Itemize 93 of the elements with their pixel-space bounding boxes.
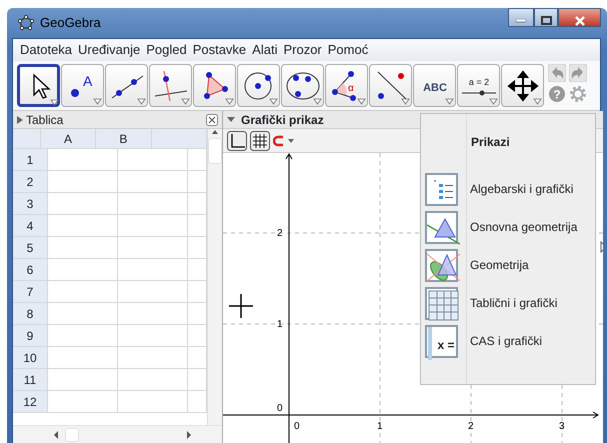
menu-item[interactable]: Uređivanje xyxy=(75,38,144,62)
tool-button[interactable] xyxy=(281,64,324,107)
table-cell[interactable] xyxy=(48,303,118,325)
panel-title: Tablica xyxy=(26,112,64,128)
table-cell[interactable] xyxy=(48,149,118,171)
menu-item[interactable]: Prozor xyxy=(280,38,325,62)
perspective-item[interactable]: Osnovna geometrija xyxy=(470,218,578,236)
column-header[interactable]: B xyxy=(96,129,152,149)
redo-icon[interactable] xyxy=(569,64,587,82)
column-header[interactable]: A xyxy=(40,129,96,149)
row-header[interactable]: 8 xyxy=(13,303,48,325)
tool-button[interactable] xyxy=(149,64,192,107)
row-header[interactable]: 5 xyxy=(13,237,48,259)
perspective-item[interactable]: Tablični i grafički xyxy=(470,294,558,312)
tick-label: 1 xyxy=(377,421,383,432)
magnet-icon[interactable] xyxy=(273,134,295,146)
panel-heading: Prikazi xyxy=(471,134,511,151)
menu-item[interactable]: Pogled xyxy=(143,38,190,62)
minimize-button[interactable] xyxy=(508,8,534,27)
row-header[interactable]: 1 xyxy=(13,149,48,171)
close-icon xyxy=(574,16,584,26)
tick-label: 2 xyxy=(277,228,283,239)
table-cell[interactable] xyxy=(118,215,188,237)
table-cell[interactable] xyxy=(118,259,188,281)
row-header[interactable]: 10 xyxy=(13,347,48,369)
tick-label: 3 xyxy=(559,421,565,432)
tool-button[interactable] xyxy=(501,64,544,107)
scrollbar-thumb[interactable] xyxy=(65,428,79,442)
row-header[interactable]: 2 xyxy=(13,171,48,193)
table-cell[interactable] xyxy=(48,171,118,193)
perspective-item[interactable]: Geometrija xyxy=(470,256,529,274)
table-cell[interactable] xyxy=(118,303,188,325)
menu-item[interactable]: Datoteka xyxy=(17,38,76,62)
scrollbar-thumb[interactable] xyxy=(208,138,222,164)
table-cell[interactable] xyxy=(48,347,118,369)
table-cell[interactable] xyxy=(118,347,188,369)
collapse-arrow-icon[interactable] xyxy=(17,116,23,124)
settings-icon[interactable] xyxy=(569,85,587,103)
scroll-left-icon[interactable] xyxy=(53,430,59,438)
table-cell[interactable] xyxy=(48,325,118,347)
row-header[interactable]: 12 xyxy=(13,391,48,413)
tool-button[interactable] xyxy=(17,64,60,107)
table-cell[interactable] xyxy=(118,237,188,259)
undo-icon[interactable] xyxy=(548,64,566,82)
table-cell[interactable] xyxy=(118,369,188,391)
app-logo-icon xyxy=(18,15,34,31)
row-header[interactable]: 4 xyxy=(13,215,48,237)
grid-toggle-icon[interactable] xyxy=(250,130,270,150)
table-cell[interactable] xyxy=(118,193,188,215)
maximize-icon xyxy=(541,16,552,26)
table-cell[interactable] xyxy=(48,215,118,237)
tick-label: 0 xyxy=(294,421,300,432)
crosshair-cursor-icon xyxy=(228,293,254,319)
close-icon[interactable] xyxy=(206,114,218,126)
table-cell[interactable] xyxy=(48,193,118,215)
row-header[interactable]: 6 xyxy=(13,259,48,281)
table-cell[interactable] xyxy=(118,325,188,347)
panel-title: Grafički prikaz xyxy=(241,112,324,128)
row-header[interactable]: 7 xyxy=(13,281,48,303)
perspective-item[interactable]: CAS i grafički xyxy=(470,332,542,350)
maximize-button[interactable] xyxy=(534,8,558,27)
tool-button[interactable] xyxy=(105,64,148,107)
tool-button[interactable] xyxy=(369,64,412,107)
table-cell[interactable] xyxy=(48,369,118,391)
table-cell[interactable] xyxy=(48,259,118,281)
table-cell[interactable] xyxy=(48,281,118,303)
perspective-formula-icon[interactable]: x = xyxy=(425,324,458,358)
perspective-algebra-list-icon[interactable] xyxy=(425,172,458,206)
table-cell[interactable] xyxy=(118,281,188,303)
close-button[interactable] xyxy=(558,8,601,27)
tool-button[interactable] xyxy=(237,64,280,107)
menu-item[interactable]: Pomoć xyxy=(324,38,372,62)
axes-toggle-icon[interactable] xyxy=(227,130,247,150)
row-header[interactable]: 3 xyxy=(13,193,48,215)
minimize-icon xyxy=(516,18,526,23)
menu-item[interactable]: Postavke xyxy=(190,38,250,62)
perspective-table-icon[interactable] xyxy=(425,286,458,320)
table-cell[interactable] xyxy=(118,171,188,193)
perspective-item[interactable]: Algebarski i grafički xyxy=(470,180,574,198)
table-cell[interactable] xyxy=(48,391,118,413)
row-header[interactable]: 11 xyxy=(13,369,48,391)
table-cell[interactable] xyxy=(118,149,188,171)
row-header[interactable]: 9 xyxy=(13,325,48,347)
tick-label: 1 xyxy=(277,319,283,330)
scroll-right-icon[interactable] xyxy=(186,430,192,438)
window-title: GeoGebra xyxy=(40,14,102,32)
tick-label: 0 xyxy=(277,403,283,414)
collapse-arrow-icon[interactable] xyxy=(227,116,235,122)
menu-item[interactable]: Alati xyxy=(249,38,280,62)
tool-button[interactable] xyxy=(193,64,236,107)
tick-label: 2 xyxy=(468,421,474,432)
table-cell[interactable] xyxy=(48,237,118,259)
table-cell[interactable] xyxy=(118,391,188,413)
